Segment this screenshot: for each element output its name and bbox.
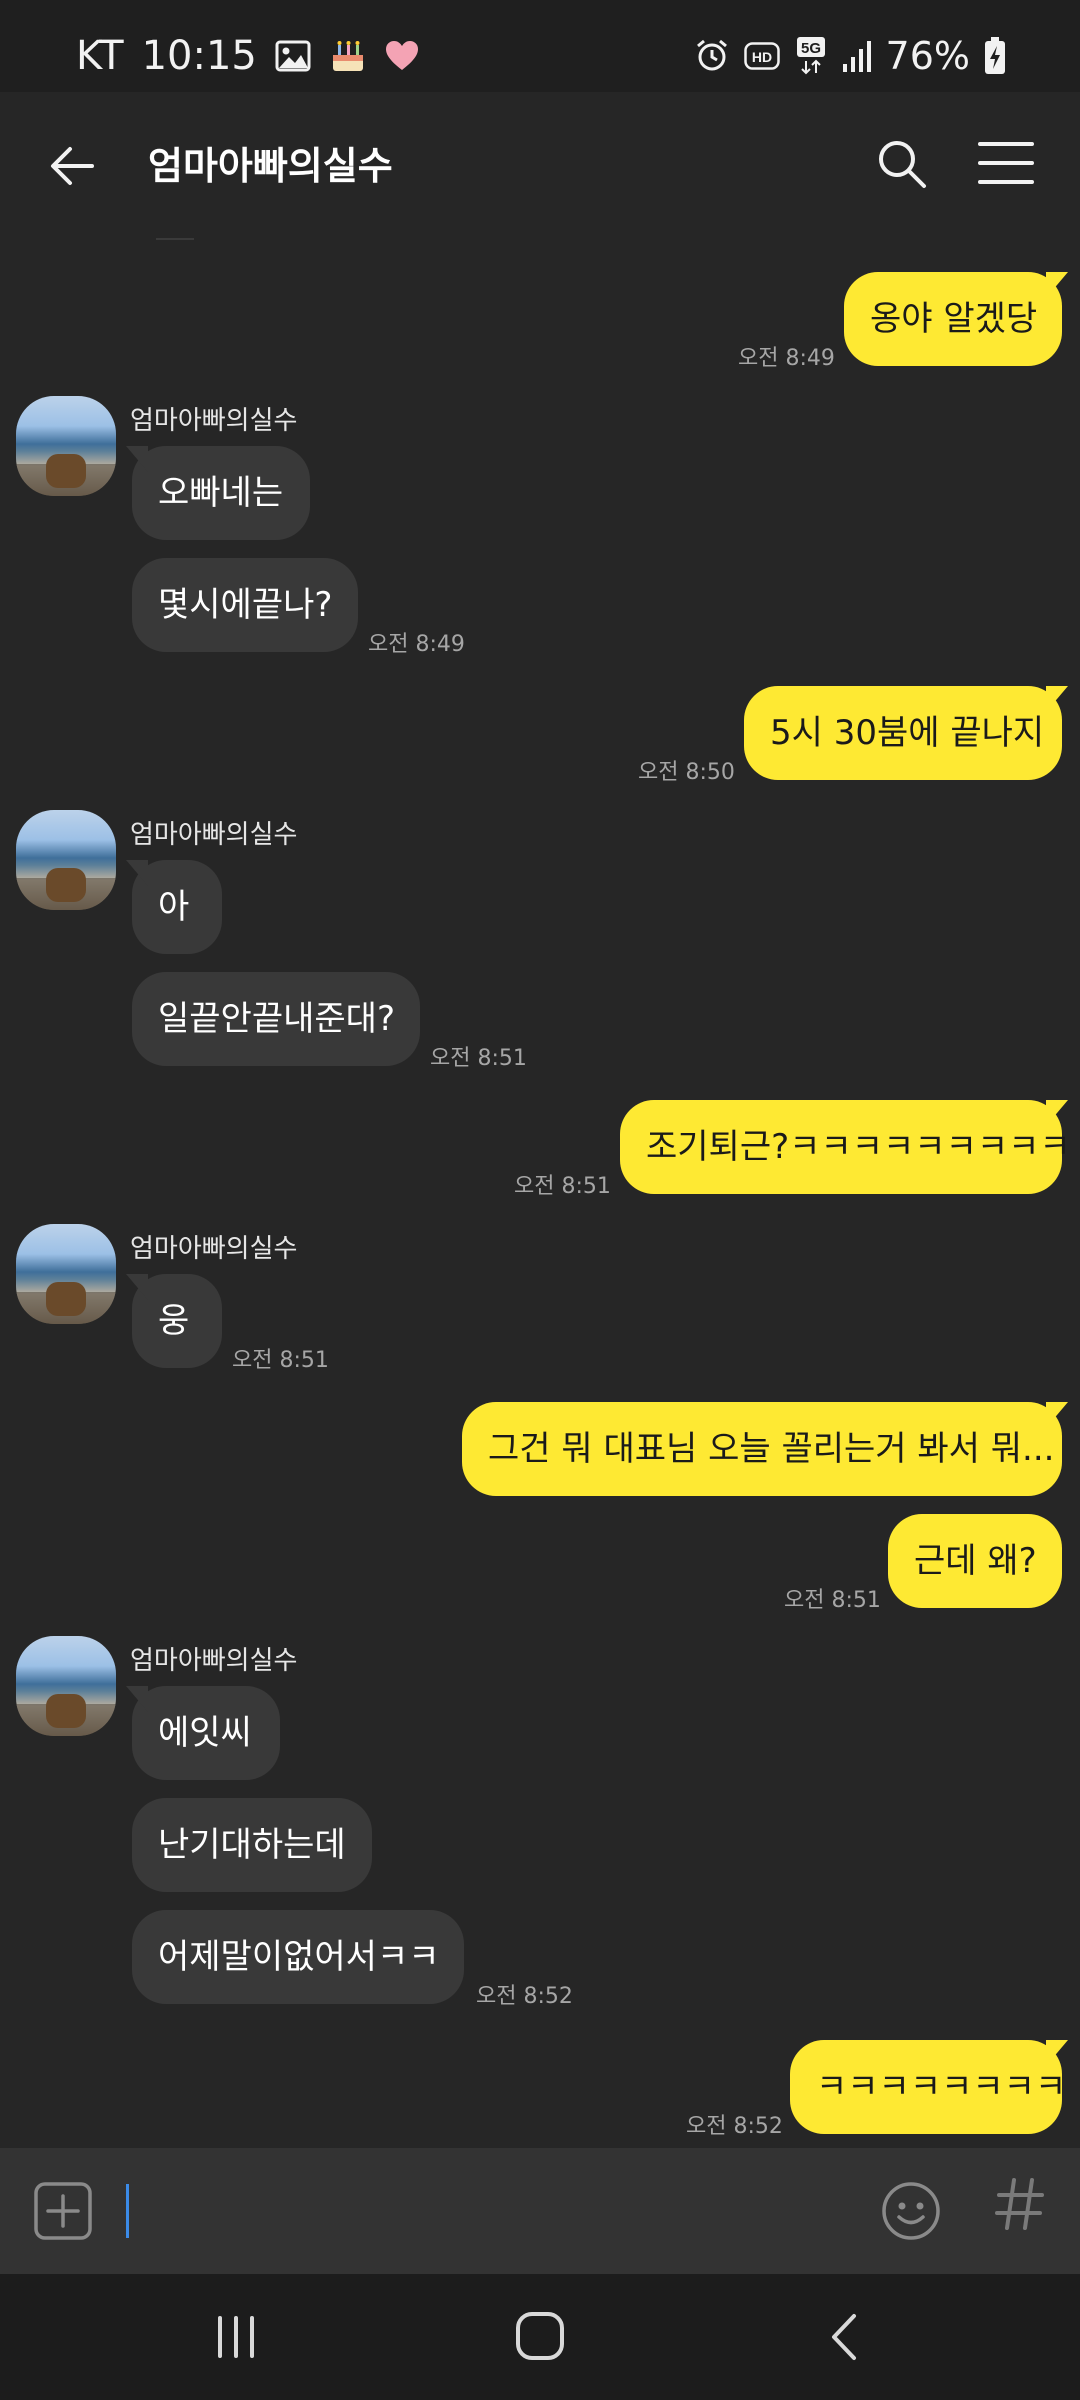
my-message-bubble[interactable]: 그건 뭐 대표님 오늘 꼴리는거 봐서 뭐... <box>462 1402 1062 1496</box>
search-button[interactable] <box>872 134 932 194</box>
sender-name: 엄마아빠의실수 <box>130 406 298 436</box>
message-time: 오전 8:52 <box>476 1984 573 2009</box>
hashtag-search-button[interactable] <box>990 2176 1050 2242</box>
avatar[interactable] <box>16 1224 116 1324</box>
message-input[interactable] <box>120 2170 860 2252</box>
avatar[interactable] <box>16 396 116 496</box>
message-time: 오전 8:51 <box>232 1348 329 1373</box>
their-message-bubble[interactable]: 아 <box>132 860 222 954</box>
heart-icon <box>385 40 419 72</box>
carrier-label: KT <box>76 33 124 79</box>
battery-percent: 76% <box>885 34 970 78</box>
signal-icon <box>842 40 872 72</box>
avatar[interactable] <box>16 1636 116 1736</box>
hashtag-icon <box>995 2178 1044 2230</box>
their-message-bubble[interactable]: 어제말이없어서ㅋㅋ <box>132 1910 464 2004</box>
message-time: 오전 8:51 <box>784 1588 881 1613</box>
their-message-bubble[interactable]: 오빠네는 <box>132 446 310 540</box>
their-message-bubble[interactable]: 몇시에끝나? <box>132 558 358 652</box>
sender-name: 엄마아빠의실수 <box>130 1234 298 1264</box>
chat-title: 엄마아빠의실수 <box>148 144 393 188</box>
message-time: 오전 8:51 <box>430 1046 527 1071</box>
message-time: 오전 8:50 <box>638 760 735 785</box>
image-icon <box>275 40 311 72</box>
recent-apps-icon <box>218 2316 254 2358</box>
home-button[interactable] <box>512 2308 568 2364</box>
message-time: 오전 8:52 <box>686 2114 783 2139</box>
network-type-label: 5G <box>801 40 821 57</box>
my-message-bubble[interactable]: 옹야 알겠당 <box>844 272 1062 366</box>
message-input-bar <box>0 2148 1080 2274</box>
status-bar: KT 10:15 HD 5G 76% <box>0 0 1080 92</box>
smiley-icon <box>882 2182 940 2240</box>
alarm-icon <box>694 38 730 74</box>
attach-button[interactable] <box>34 2182 92 2240</box>
message-time: 오전 8:51 <box>514 1174 611 1199</box>
avatar[interactable] <box>16 810 116 910</box>
their-message-bubble[interactable]: 일끝안끝내준대? <box>132 972 420 1066</box>
recent-apps-button[interactable] <box>206 2314 266 2360</box>
my-message-bubble[interactable]: ㅋㅋㅋㅋㅋㅋㅋㅋ <box>790 2040 1066 2134</box>
hamburger-menu-icon <box>978 142 1034 184</box>
svg-text:HD: HD <box>751 49 771 65</box>
back-button[interactable] <box>44 136 104 196</box>
clock: 10:15 <box>141 33 257 79</box>
message-list[interactable]: 옹야 알겠당 오전 8:49 엄마아빠의실수 오빠네는 몇시에끝나? 오전 8:… <box>0 238 1080 2148</box>
search-icon <box>879 141 926 188</box>
chat-header: 엄마아빠의실수 <box>0 92 1080 238</box>
their-message-bubble[interactable]: 웅 <box>132 1274 222 1368</box>
cake-icon <box>329 37 367 75</box>
hd-icon: HD <box>743 42 780 70</box>
their-message-bubble[interactable]: 에잇씨 <box>132 1686 280 1780</box>
arrow-left-icon <box>51 147 94 185</box>
message-time: 오전 8:49 <box>738 346 835 371</box>
sender-name: 엄마아빠의실수 <box>130 1646 298 1676</box>
sender-name: 엄마아빠의실수 <box>130 820 298 850</box>
battery-charging-icon <box>984 37 1006 75</box>
text-caret <box>126 2184 129 2238</box>
system-navigation-bar <box>0 2274 1080 2400</box>
system-back-button[interactable] <box>820 2310 870 2364</box>
5g-icon: 5G <box>794 36 828 76</box>
my-message-bubble[interactable]: 5시 30붐에 끝나지 <box>744 686 1062 780</box>
chevron-left-icon <box>832 2314 856 2360</box>
their-message-bubble[interactable]: 난기대하는데 <box>132 1798 372 1892</box>
my-message-bubble[interactable]: 조기퇴근?ㅋㅋㅋㅋㅋㅋㅋㅋㅋ <box>620 1100 1071 1194</box>
message-time: 오전 8:49 <box>368 632 465 657</box>
menu-button[interactable] <box>978 138 1034 188</box>
my-message-bubble[interactable]: 근데 왜? <box>888 1514 1062 1608</box>
home-icon <box>516 2312 564 2360</box>
plus-icon <box>34 2182 92 2240</box>
emoticon-button[interactable] <box>880 2180 942 2242</box>
